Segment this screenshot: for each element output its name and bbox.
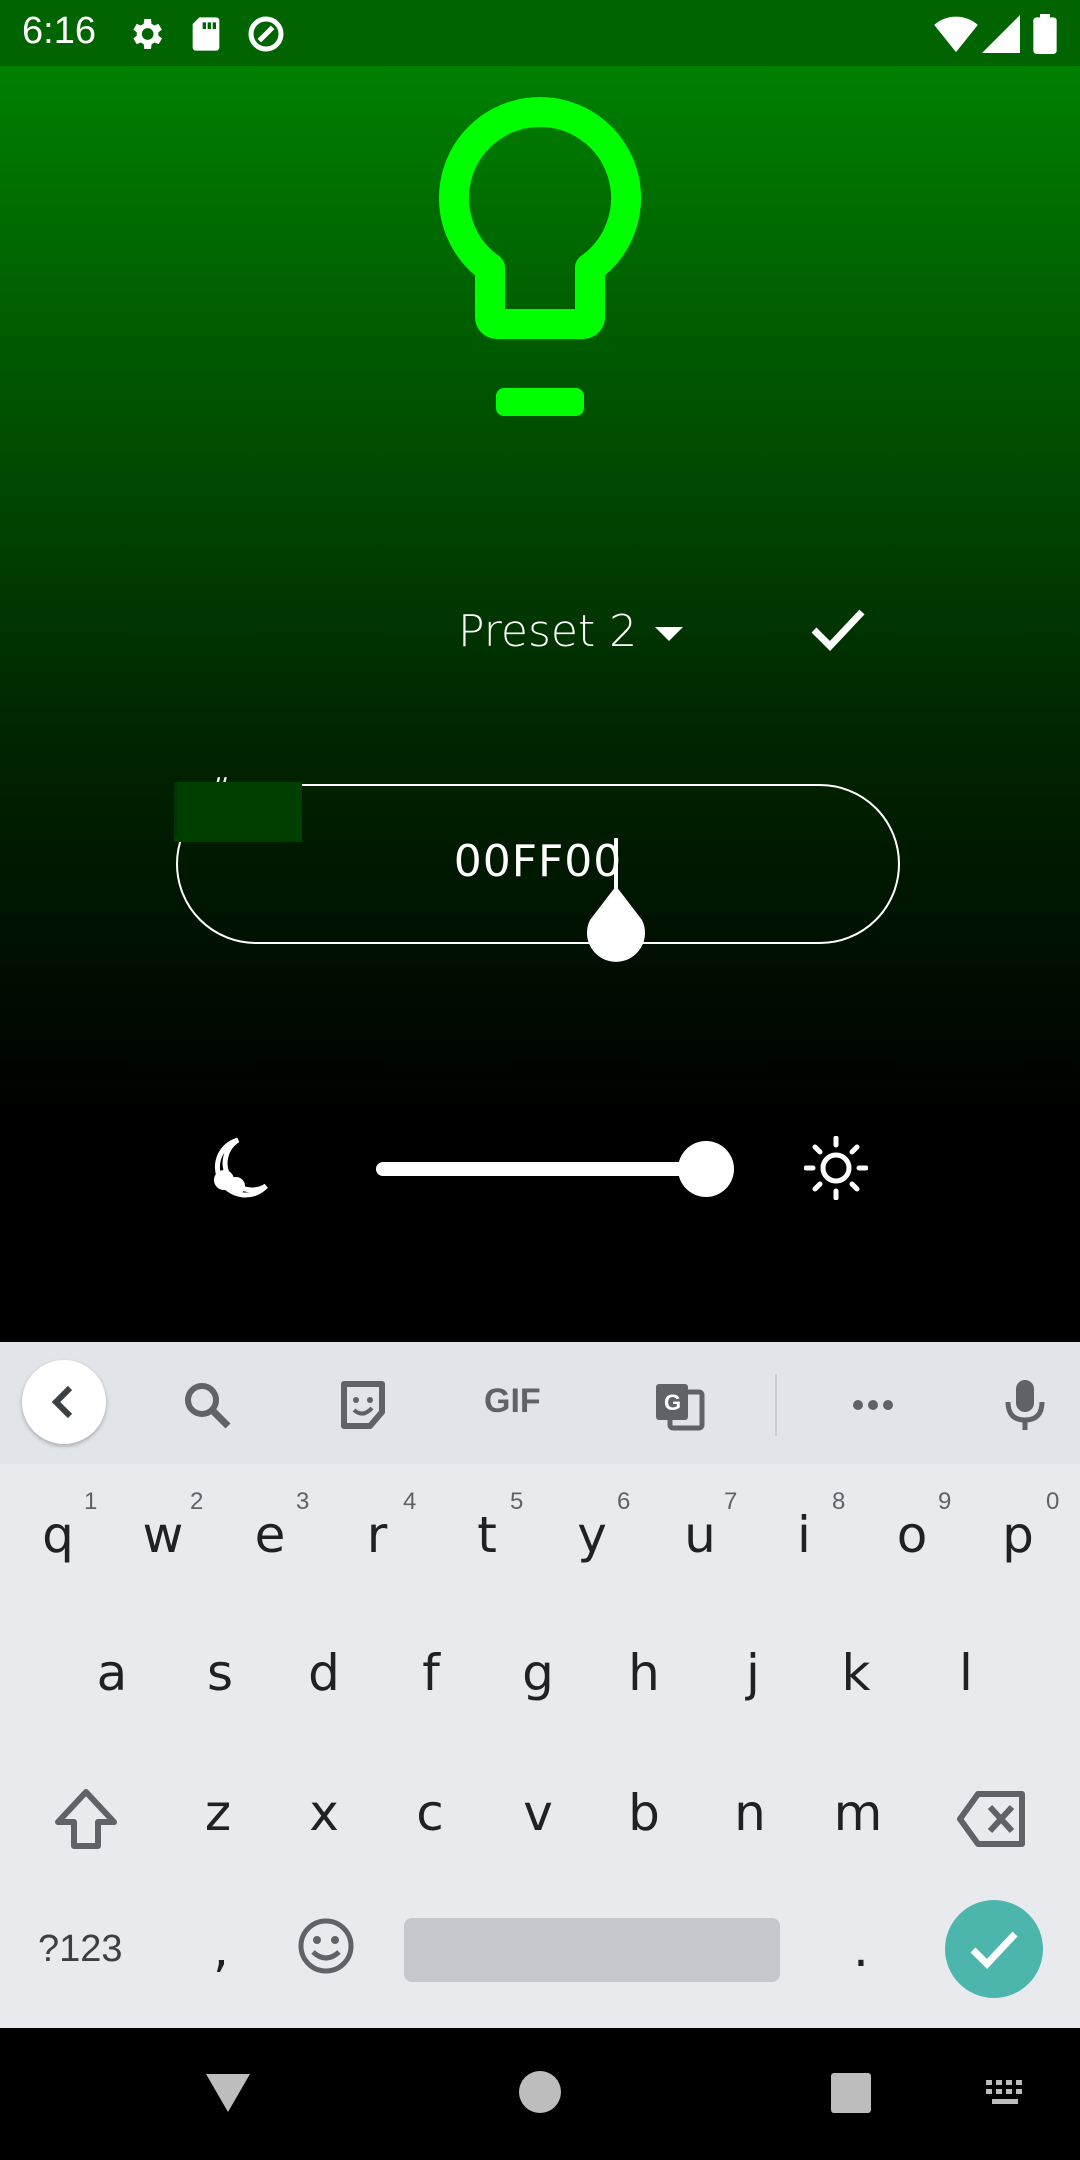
soft-keyboard: GIF G q w e r t y u i o p 1 2 3 4 5 6 7 … [0,1342,1080,2028]
key-m[interactable]: m [830,1784,886,1842]
hint-3: 3 [296,1488,310,1515]
search-icon[interactable] [180,1378,234,1432]
key-h[interactable]: h [624,1644,664,1702]
signal-icon [982,15,1020,53]
hex-value: 00FF00 [453,836,623,887]
backspace-icon[interactable] [956,1788,1030,1850]
sticker-icon[interactable] [336,1378,390,1432]
confirm-check-icon[interactable] [808,604,868,652]
key-l[interactable]: l [956,1644,976,1702]
status-time: 6:16 [22,10,96,52]
battery-icon [1033,14,1057,54]
key-p[interactable]: p [998,1506,1038,1564]
recents-square-icon[interactable] [830,2072,872,2114]
key-c[interactable]: c [410,1784,450,1842]
moon-icon [214,1137,268,1198]
lightbulb-icon[interactable] [432,96,648,422]
status-bar: 6:16 [0,0,1080,66]
key-s[interactable]: s [200,1644,240,1702]
hint-2: 2 [190,1488,204,1515]
key-e[interactable]: e [250,1506,290,1564]
check-icon [970,1931,1018,1970]
hint-9: 9 [938,1488,952,1515]
emoji-icon[interactable] [296,1916,356,1976]
hint-8: 8 [832,1488,846,1515]
hint-6: 6 [617,1488,631,1515]
key-v[interactable]: v [518,1784,558,1842]
sd-card-icon [192,17,220,51]
gif-button[interactable]: GIF [484,1382,541,1421]
dropdown-arrow-icon [655,626,684,641]
toolbar-divider [775,1374,777,1436]
key-period[interactable]: . [846,1920,876,1978]
key-z[interactable]: z [198,1784,238,1842]
key-t[interactable]: t [472,1506,502,1564]
key-u[interactable]: u [680,1506,720,1564]
text-cursor [614,838,618,892]
key-j[interactable]: j [738,1644,768,1702]
key-d[interactable]: d [304,1644,344,1702]
key-o[interactable]: o [892,1506,932,1564]
keyboard-toolbar: GIF G [0,1342,1080,1464]
translate-icon[interactable]: G [652,1378,706,1432]
key-comma[interactable]: , [206,1920,236,1978]
toolbar-back-button[interactable] [22,1360,106,1444]
hex-color-input[interactable]: 00FF00 [174,782,900,944]
hint-1: 1 [84,1488,98,1515]
space-key[interactable] [404,1918,780,1982]
back-triangle-icon[interactable] [202,2066,254,2118]
key-q[interactable]: q [38,1506,78,1564]
key-n[interactable]: n [730,1784,770,1842]
brightness-slider-thumb[interactable] [678,1141,734,1197]
back-icon [51,1385,73,1419]
keyboard-switch-icon[interactable] [984,2078,1028,2110]
data-saver-icon [248,16,284,52]
preset-label: Preset 2 [458,606,638,657]
hint-0: 0 [1046,1488,1060,1515]
key-b[interactable]: b [624,1784,664,1842]
navigation-bar [0,2028,1080,2160]
key-x[interactable]: x [304,1784,344,1842]
key-g[interactable]: g [518,1644,558,1702]
shift-icon[interactable] [50,1784,122,1856]
cursor-handle[interactable] [584,886,648,962]
app-content: Preset 2 # 00FF00 [0,66,1080,1342]
svg-text:G: G [664,1390,681,1415]
enter-button[interactable] [945,1900,1043,1998]
symbols-key[interactable]: ?123 [38,1928,123,1971]
more-icon[interactable] [846,1378,900,1432]
brightness-slider-track[interactable] [376,1162,706,1176]
preset-dropdown[interactable]: Preset 2 [458,606,684,657]
hint-7: 7 [724,1488,738,1515]
key-y[interactable]: y [572,1506,612,1564]
key-f[interactable]: f [416,1644,446,1702]
key-k[interactable]: k [836,1644,876,1702]
key-i[interactable]: i [794,1506,814,1564]
key-w[interactable]: w [140,1506,186,1564]
settings-icon [133,19,162,49]
key-r[interactable]: r [362,1506,392,1564]
home-circle-icon[interactable] [518,2070,562,2114]
sun-icon [804,1136,868,1200]
wifi-icon [934,16,978,53]
hint-4: 4 [403,1488,417,1515]
mic-icon[interactable] [1002,1378,1048,1432]
hint-5: 5 [510,1488,524,1515]
key-a[interactable]: a [92,1644,132,1702]
